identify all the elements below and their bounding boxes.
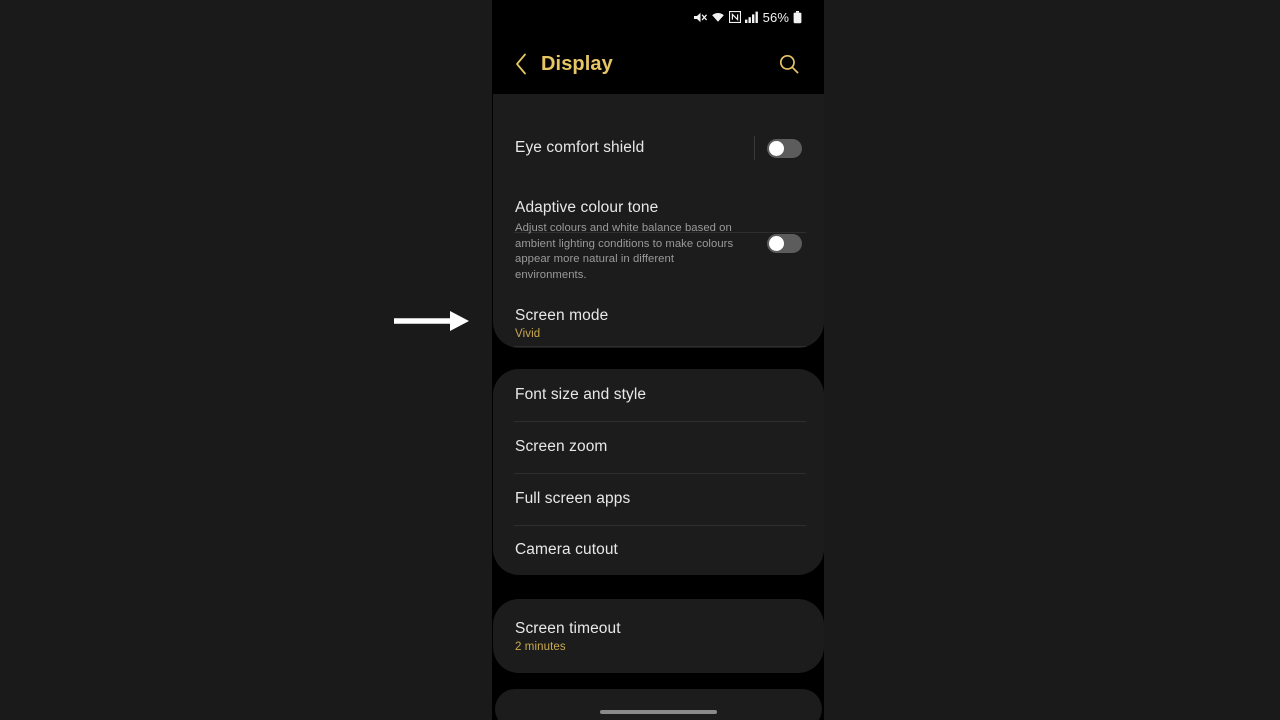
- search-button[interactable]: [775, 50, 803, 78]
- toggle-knob: [769, 236, 784, 251]
- setting-row-adaptive-colour-tone[interactable]: Adaptive colour tone Adjust colours and …: [493, 180, 824, 293]
- toggle-knob: [769, 140, 784, 156]
- home-indicator: [600, 710, 717, 714]
- chevron-left-icon: [515, 53, 526, 75]
- eye-comfort-shield-toggle[interactable]: [754, 136, 802, 160]
- setting-row-font-size-and-style[interactable]: Font size and style: [493, 369, 824, 421]
- search-icon: [779, 54, 799, 74]
- setting-title: Camera cutout: [515, 541, 618, 558]
- annotation-arrow: [392, 306, 472, 336]
- app-bar: Display: [492, 34, 824, 94]
- settings-card-display-options: Font size and style Screen zoom Full scr…: [493, 369, 824, 575]
- settings-card-screen-timeout: Screen timeout 2 minutes: [493, 599, 824, 673]
- setting-title: Full screen apps: [515, 490, 631, 507]
- setting-row-screen-timeout[interactable]: Screen timeout 2 minutes: [493, 599, 824, 673]
- battery-icon: [793, 10, 802, 23]
- settings-card-adaptive: Eye comfort shield Adaptive colour tone …: [493, 58, 824, 348]
- setting-description: Adjust colours and white balance based o…: [515, 222, 734, 281]
- settings-card-next-partial[interactable]: [495, 689, 822, 720]
- status-bar: 7:40 56%: [492, 0, 824, 34]
- setting-value: Vivid: [515, 327, 541, 340]
- setting-title: Adaptive colour tone: [515, 199, 659, 216]
- page-title: Display: [541, 52, 613, 75]
- setting-row-full-screen-apps[interactable]: Full screen apps: [493, 473, 824, 525]
- settings-scroll-container[interactable]: Eye comfort shield Adaptive colour tone …: [492, 58, 824, 720]
- toggle-separator: [754, 136, 755, 160]
- back-button[interactable]: [506, 47, 536, 81]
- setting-value: 2 minutes: [515, 640, 566, 653]
- setting-row-eye-comfort-shield[interactable]: Eye comfort shield: [493, 116, 824, 180]
- adaptive-colour-tone-toggle[interactable]: [767, 234, 802, 253]
- setting-row-screen-zoom[interactable]: Screen zoom: [493, 421, 824, 473]
- battery-percent-label: 56%: [762, 9, 789, 25]
- setting-title: Screen timeout: [515, 619, 621, 637]
- mute-icon: [693, 12, 707, 22]
- toggle-track[interactable]: [767, 234, 802, 253]
- setting-row-camera-cutout[interactable]: Camera cutout: [493, 525, 824, 575]
- status-bar-clock: 7:40: [515, 8, 547, 25]
- nfc-icon: [728, 11, 741, 23]
- setting-title: Screen mode: [515, 306, 609, 324]
- setting-title: Screen zoom: [515, 438, 608, 455]
- setting-title: Font size and style: [515, 386, 647, 403]
- setting-title: Eye comfort shield: [515, 139, 645, 156]
- toggle-track[interactable]: [767, 138, 802, 158]
- status-bar-icons: 56%: [693, 10, 802, 25]
- wifi-icon: [711, 12, 724, 22]
- setting-row-screen-mode[interactable]: Screen mode Vivid: [493, 293, 824, 353]
- phone-screen: 7:40 56% Display Eye comfort shield Adap…: [492, 0, 824, 720]
- signal-icon: [744, 11, 758, 23]
